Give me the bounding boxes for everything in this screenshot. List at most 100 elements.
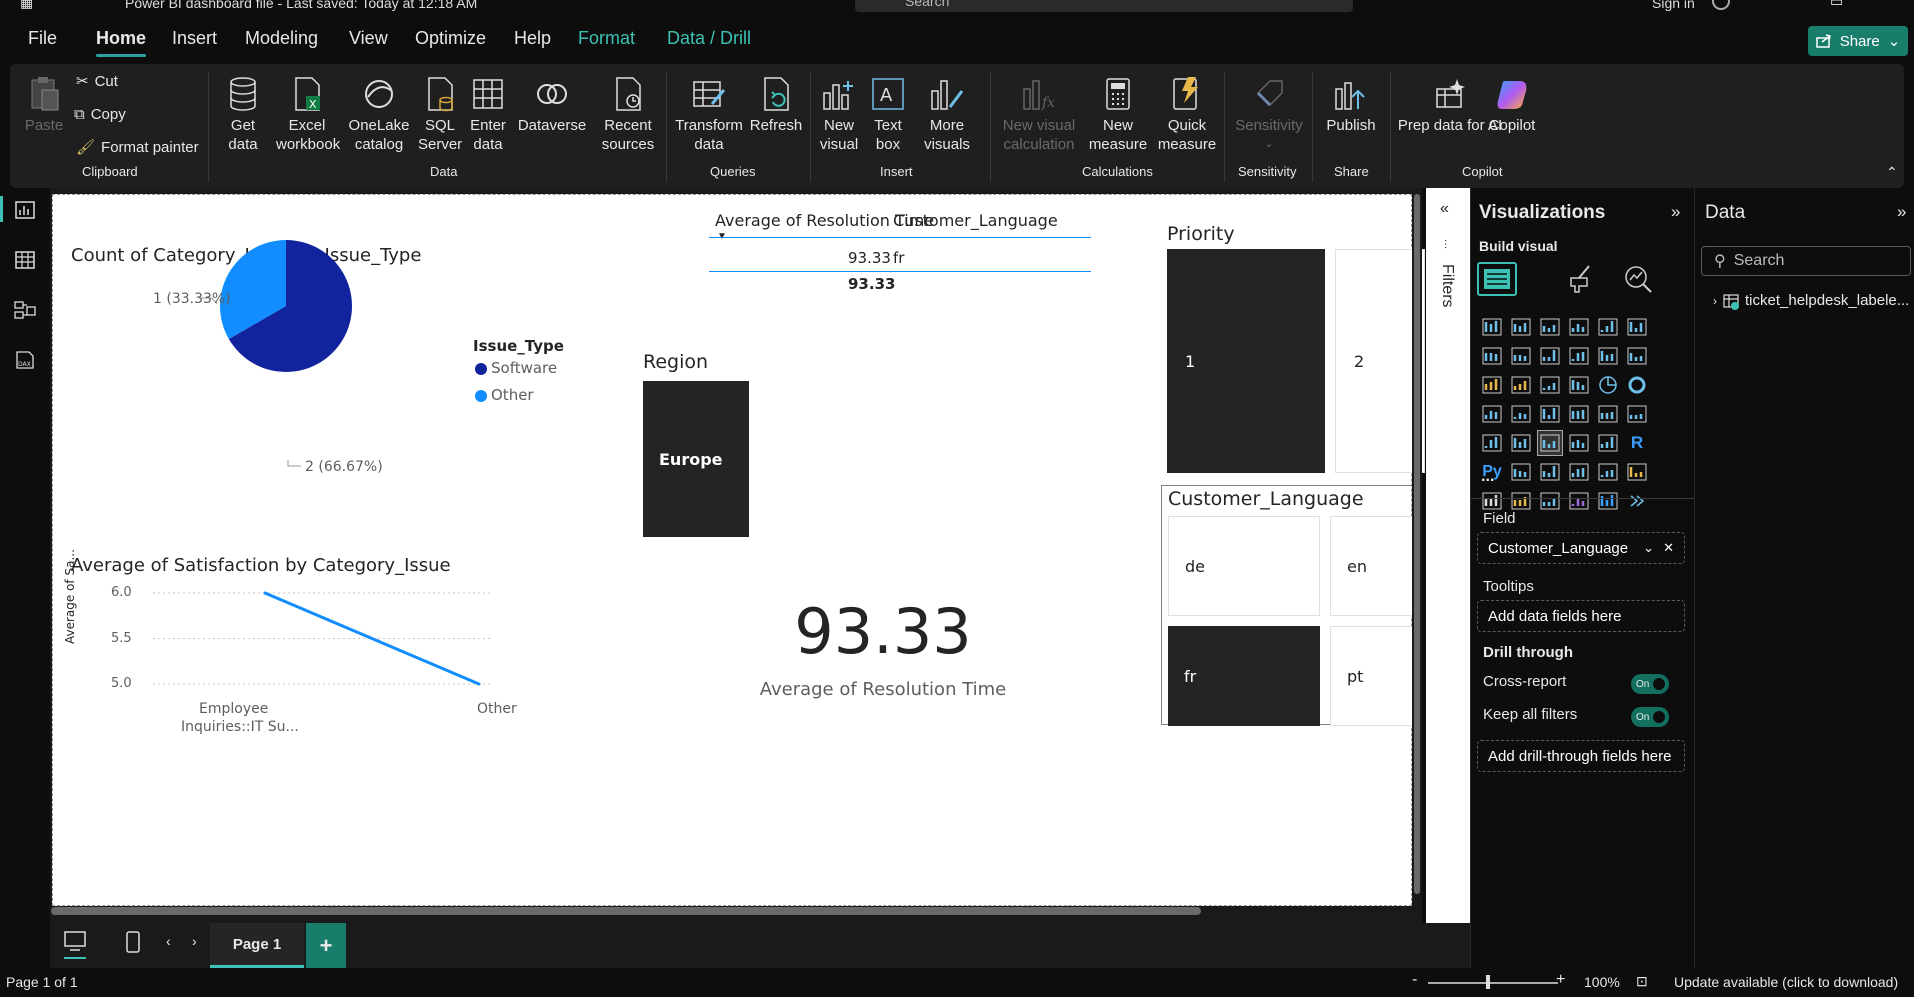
gauge-visual-icon[interactable] [1595, 401, 1621, 427]
power-apps-visual-icon[interactable] [1566, 488, 1592, 514]
prev-page-icon[interactable]: ‹ [166, 933, 171, 949]
language-tile-de[interactable]: de [1168, 516, 1320, 616]
sensitivity-button[interactable]: Sensitivity ⌄ [1232, 74, 1306, 154]
copy-button[interactable]: ⧉ Copy [74, 106, 126, 123]
stacked-area-visual-icon[interactable] [1537, 343, 1563, 369]
region-tile-europe[interactable]: Europe [643, 381, 749, 537]
paste-button[interactable]: Paste [24, 74, 64, 135]
slicer-new-visual-icon[interactable] [1537, 488, 1563, 514]
update-available-link[interactable]: Update available (click to download) [1674, 974, 1898, 990]
page-tab-1[interactable]: Page 1 [210, 923, 304, 968]
publish-button[interactable]: Publish [1320, 74, 1382, 135]
field-well-value[interactable]: Customer_Language ⌄ ✕ [1477, 532, 1685, 564]
new-visual-button[interactable]: New visual [816, 74, 862, 154]
table-visual[interactable]: Average of Resolution Time ▼ Customer_La… [703, 205, 1103, 305]
100-area-visual-icon[interactable] [1566, 343, 1592, 369]
quick-measure-button[interactable]: Quick measure [1156, 74, 1218, 154]
pie-visual[interactable]: Count of Category_Issue by Issue_Type 1 … [53, 195, 573, 535]
avatar[interactable] [1712, 0, 1730, 10]
legend-software[interactable]: Software [491, 359, 557, 377]
priority-tile-1[interactable]: 1 [1167, 249, 1325, 473]
menu-modeling[interactable]: Modeling [245, 28, 318, 49]
language-tile-en[interactable]: en [1330, 516, 1422, 616]
funnel-visual-icon[interactable] [1537, 372, 1563, 398]
card-visual[interactable]: 93.33 Average of Resolution Time [733, 595, 1053, 725]
filled-map-visual-icon[interactable] [1537, 401, 1563, 427]
collapse-ribbon-icon[interactable]: ⌃ [1886, 164, 1898, 181]
zoom-slider-handle[interactable] [1486, 975, 1490, 989]
tooltips-drop-zone[interactable]: Add data fields here [1477, 600, 1685, 632]
share-button[interactable]: Share ⌄ [1808, 26, 1908, 56]
sql-server-button[interactable]: SQL Server [418, 74, 462, 154]
drill-through-drop-zone[interactable]: Add drill-through fields here [1477, 740, 1685, 772]
dataverse-button[interactable]: Dataverse [518, 74, 586, 135]
remove-field-icon[interactable]: ✕ [1663, 540, 1674, 556]
map-visual-icon[interactable] [1508, 401, 1534, 427]
collapse-data-icon[interactable]: » [1897, 202, 1906, 222]
pie-visual-icon[interactable] [1595, 372, 1621, 398]
signin-link[interactable]: Sign in [1652, 0, 1695, 11]
menu-insert[interactable]: Insert [172, 28, 217, 49]
region-slicer[interactable]: Region Europe [643, 351, 803, 551]
menu-file[interactable]: File [28, 28, 57, 49]
model-view-icon[interactable] [13, 298, 37, 322]
priority-slicer[interactable]: Priority 1 2 [1161, 223, 1425, 473]
line-visual-icon[interactable] [1479, 343, 1505, 369]
cross-report-toggle[interactable]: On [1631, 674, 1669, 694]
language-tile-fr[interactable]: fr [1168, 626, 1320, 726]
next-page-icon[interactable]: › [192, 933, 197, 949]
text-box-button[interactable]: A Text box [868, 74, 908, 154]
smart-narrative-visual-icon[interactable] [1595, 459, 1621, 485]
transform-data-button[interactable]: Transform data [674, 74, 744, 154]
table-view-icon[interactable] [13, 248, 37, 272]
donut-visual-icon[interactable] [1624, 372, 1650, 398]
chevron-down-icon[interactable]: ⌄ [1643, 540, 1654, 556]
refresh-button[interactable]: Refresh [748, 74, 804, 135]
decomposition-tree-visual-icon[interactable] [1537, 459, 1563, 485]
menu-format[interactable]: Format [578, 28, 635, 49]
data-table-item[interactable]: › ticket_helpdesk_labele... [1713, 292, 1909, 310]
slicer-visual-icon[interactable] [1537, 430, 1563, 456]
get-data-button[interactable]: Get data [220, 74, 266, 154]
r-script-visual-icon[interactable]: R [1624, 430, 1650, 456]
scatter-visual-icon[interactable] [1566, 372, 1592, 398]
line-series[interactable] [264, 591, 480, 686]
zoom-slider[interactable] [1428, 982, 1558, 984]
clustered-column-visual-icon[interactable] [1566, 314, 1592, 340]
keep-filters-toggle[interactable]: On [1631, 707, 1669, 727]
expand-filters-icon[interactable]: « [1440, 200, 1449, 218]
desktop-layout-icon[interactable] [64, 931, 86, 959]
menu-help[interactable]: Help [514, 28, 551, 49]
fit-to-page-icon[interactable]: ⊡ [1636, 973, 1648, 990]
line-column-visual-icon[interactable] [1595, 343, 1621, 369]
line-point[interactable] [263, 591, 267, 595]
power-automate-visual-icon[interactable] [1595, 488, 1621, 514]
matrix-visual-icon[interactable] [1595, 430, 1621, 456]
restore-icon[interactable]: ▭ [1830, 0, 1843, 10]
language-slicer[interactable]: Customer_Language de en fr pt [1161, 485, 1422, 726]
vertical-scrollbar[interactable] [1414, 194, 1420, 894]
menu-home[interactable]: Home [96, 28, 147, 57]
report-view-icon[interactable] [13, 198, 37, 222]
stacked-bar-visual-icon[interactable] [1479, 314, 1505, 340]
data-search-input[interactable]: ⚲ Search [1701, 246, 1911, 276]
zoom-out-button[interactable]: - [1412, 971, 1417, 989]
line-visual[interactable]: Average of Satisfaction by Category_Issu… [53, 549, 613, 749]
more-visuals-button[interactable]: More visuals [912, 74, 982, 154]
excel-workbook-button[interactable]: X Excel workbook [276, 74, 340, 154]
more-visual-icon[interactable] [1624, 488, 1650, 514]
100-bar-visual-icon[interactable] [1595, 314, 1621, 340]
format-painter-button[interactable]: 🖌 Format painter [76, 138, 199, 157]
new-measure-button[interactable]: New measure [1088, 74, 1148, 154]
zoom-in-button[interactable]: + [1556, 971, 1565, 989]
new-visual-calculation-button[interactable]: fx New visual calculation [998, 74, 1080, 154]
enter-data-button[interactable]: Enter data [466, 74, 510, 154]
filters-pane[interactable]: « ⫶ Filters [1426, 188, 1470, 923]
add-page-button[interactable]: + [306, 923, 346, 968]
stacked-column-visual-icon[interactable] [1508, 314, 1534, 340]
line-point[interactable] [477, 682, 481, 686]
collapse-viz-icon[interactable]: » [1671, 202, 1680, 222]
language-tile-pt[interactable]: pt [1330, 626, 1422, 726]
legend-other[interactable]: Other [491, 386, 534, 404]
zoom-level[interactable]: 100% [1584, 974, 1620, 990]
